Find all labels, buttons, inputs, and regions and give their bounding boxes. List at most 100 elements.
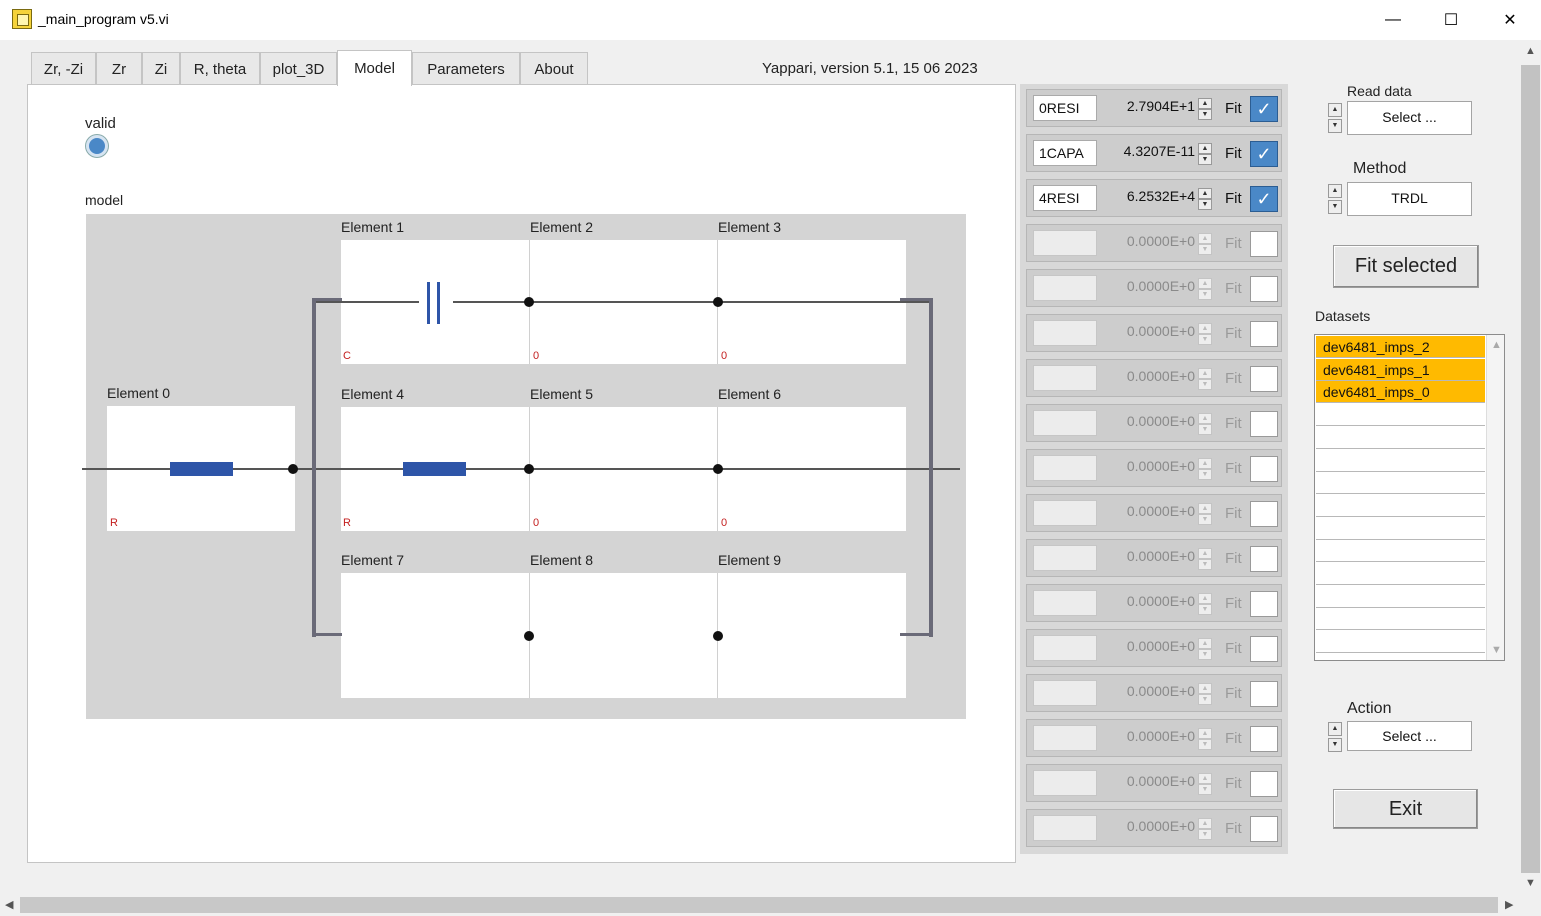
dataset-item[interactable] xyxy=(1316,631,1485,654)
spin-up-icon[interactable]: ▲ xyxy=(1198,503,1212,514)
parameter-value-field[interactable]: 0.0000E+0 xyxy=(1099,368,1195,384)
spin-down-icon[interactable]: ▼ xyxy=(1198,514,1212,525)
spin-down-icon[interactable]: ▼ xyxy=(1328,119,1342,133)
spin-down-icon[interactable]: ▼ xyxy=(1198,424,1212,435)
dataset-item[interactable]: dev6481_imps_1 xyxy=(1316,358,1485,381)
dataset-item[interactable]: dev6481_imps_2 xyxy=(1316,336,1485,358)
spin-down-icon[interactable]: ▼ xyxy=(1198,559,1212,570)
spin-down-icon[interactable]: ▼ xyxy=(1198,739,1212,750)
dataset-item[interactable] xyxy=(1316,608,1485,631)
spin-down-icon[interactable]: ▼ xyxy=(1198,469,1212,480)
spin-up-icon[interactable]: ▲ xyxy=(1198,638,1212,649)
spin-down-icon[interactable]: ▼ xyxy=(1328,200,1342,214)
spin-down-icon[interactable]: ▼ xyxy=(1198,379,1212,390)
parameter-spinner[interactable]: ▲ ▼ xyxy=(1198,683,1214,707)
fit-checkbox[interactable] xyxy=(1250,411,1278,437)
dataset-item[interactable] xyxy=(1316,586,1485,608)
method-spinner[interactable]: ▲ ▼ xyxy=(1328,184,1344,216)
method-select[interactable]: TRDL xyxy=(1347,182,1472,216)
spin-up-icon[interactable]: ▲ xyxy=(1198,593,1212,604)
fit-checkbox[interactable] xyxy=(1250,231,1278,257)
spin-up-icon[interactable]: ▲ xyxy=(1198,188,1212,199)
spin-up-icon[interactable]: ▲ xyxy=(1198,233,1212,244)
parameter-name-field[interactable]: 4RESI xyxy=(1033,185,1097,211)
tab-zi[interactable]: Zi xyxy=(142,52,180,85)
parameter-value-field[interactable]: 0.0000E+0 xyxy=(1099,278,1195,294)
parameter-name-field[interactable] xyxy=(1033,365,1097,391)
fit-checkbox[interactable] xyxy=(1250,636,1278,662)
parameter-name-field[interactable] xyxy=(1033,320,1097,346)
fit-selected-button[interactable]: Fit selected xyxy=(1333,245,1479,288)
parameter-spinner[interactable]: ▲ ▼ xyxy=(1198,368,1214,392)
tab-about[interactable]: About xyxy=(520,52,588,85)
parameter-value-field[interactable]: 0.0000E+0 xyxy=(1099,548,1195,564)
spin-down-icon[interactable]: ▼ xyxy=(1198,289,1212,300)
spin-down-icon[interactable]: ▼ xyxy=(1198,244,1212,255)
dataset-item[interactable] xyxy=(1316,472,1485,495)
parameter-spinner[interactable]: ▲ ▼ xyxy=(1198,188,1214,212)
parameter-spinner[interactable]: ▲ ▼ xyxy=(1198,143,1214,167)
maximize-button[interactable]: ☐ xyxy=(1428,6,1474,34)
spin-up-icon[interactable]: ▲ xyxy=(1198,728,1212,739)
tab-plot-3d[interactable]: plot_3D xyxy=(260,52,337,85)
parameter-value-field[interactable]: 0.0000E+0 xyxy=(1099,323,1195,339)
spin-down-icon[interactable]: ▼ xyxy=(1198,784,1212,795)
datasets-list[interactable]: dev6481_imps_2 dev6481_imps_1 dev6481_imps… xyxy=(1314,334,1505,661)
scroll-right-icon[interactable]: ▶ xyxy=(1505,898,1513,911)
parameter-spinner[interactable]: ▲ ▼ xyxy=(1198,323,1214,347)
parameter-spinner[interactable]: ▲ ▼ xyxy=(1198,593,1214,617)
parameter-spinner[interactable]: ▲ ▼ xyxy=(1198,503,1214,527)
scroll-left-icon[interactable]: ◀ xyxy=(5,898,13,911)
spin-up-icon[interactable]: ▲ xyxy=(1328,103,1342,117)
spin-up-icon[interactable]: ▲ xyxy=(1328,184,1342,198)
spin-up-icon[interactable]: ▲ xyxy=(1198,98,1212,109)
parameter-value-field[interactable]: 0.0000E+0 xyxy=(1099,818,1195,834)
read-data-spinner[interactable]: ▲ ▼ xyxy=(1328,103,1344,135)
action-select[interactable]: Select ... xyxy=(1347,721,1472,751)
parameter-name-field[interactable] xyxy=(1033,455,1097,481)
parameter-value-field[interactable]: 0.0000E+0 xyxy=(1099,638,1195,654)
scroll-up-icon[interactable]: ▲ xyxy=(1525,45,1536,57)
parameter-name-field[interactable]: 1CAPA xyxy=(1033,140,1097,166)
fit-checkbox[interactable] xyxy=(1250,546,1278,572)
parameter-spinner[interactable]: ▲ ▼ xyxy=(1198,278,1214,302)
tab-r-theta[interactable]: R, theta xyxy=(180,52,260,85)
parameter-name-field[interactable] xyxy=(1033,725,1097,751)
parameter-spinner[interactable]: ▲ ▼ xyxy=(1198,458,1214,482)
spin-down-icon[interactable]: ▼ xyxy=(1198,649,1212,660)
fit-checkbox[interactable] xyxy=(1250,681,1278,707)
spin-up-icon[interactable]: ▲ xyxy=(1198,368,1212,379)
spin-down-icon[interactable]: ▼ xyxy=(1198,829,1212,840)
parameter-spinner[interactable]: ▲ ▼ xyxy=(1198,98,1214,122)
parameter-value-field[interactable]: 0.0000E+0 xyxy=(1099,773,1195,789)
fit-checkbox[interactable] xyxy=(1250,456,1278,482)
spin-up-icon[interactable]: ▲ xyxy=(1328,722,1342,736)
dataset-item[interactable] xyxy=(1316,427,1485,449)
spin-down-icon[interactable]: ▼ xyxy=(1198,154,1212,165)
parameter-spinner[interactable]: ▲ ▼ xyxy=(1198,548,1214,572)
fit-checkbox[interactable] xyxy=(1250,501,1278,527)
spin-up-icon[interactable]: ▲ xyxy=(1198,818,1212,829)
fit-checkbox[interactable]: ✓ xyxy=(1250,186,1278,212)
horizontal-scroll-thumb[interactable] xyxy=(20,897,1498,913)
scroll-down-icon[interactable]: ▼ xyxy=(1525,877,1536,889)
spin-up-icon[interactable]: ▲ xyxy=(1198,773,1212,784)
fit-checkbox[interactable] xyxy=(1250,816,1278,842)
parameter-name-field[interactable] xyxy=(1033,590,1097,616)
fit-checkbox[interactable] xyxy=(1250,771,1278,797)
parameter-name-field[interactable] xyxy=(1033,230,1097,256)
parameter-name-field[interactable] xyxy=(1033,545,1097,571)
parameter-value-field[interactable]: 0.0000E+0 xyxy=(1099,728,1195,744)
parameter-spinner[interactable]: ▲ ▼ xyxy=(1198,818,1214,842)
dataset-item[interactable] xyxy=(1316,540,1485,563)
parameter-name-field[interactable] xyxy=(1033,635,1097,661)
spin-up-icon[interactable]: ▲ xyxy=(1198,683,1212,694)
tab-parameters[interactable]: Parameters xyxy=(412,52,520,85)
spin-down-icon[interactable]: ▼ xyxy=(1328,738,1342,752)
fit-checkbox[interactable]: ✓ xyxy=(1250,141,1278,167)
parameter-spinner[interactable]: ▲ ▼ xyxy=(1198,773,1214,797)
fit-checkbox[interactable]: ✓ xyxy=(1250,96,1278,122)
parameter-spinner[interactable]: ▲ ▼ xyxy=(1198,413,1214,437)
fit-checkbox[interactable] xyxy=(1250,591,1278,617)
parameter-value-field[interactable]: 6.2532E+4 xyxy=(1099,188,1195,204)
